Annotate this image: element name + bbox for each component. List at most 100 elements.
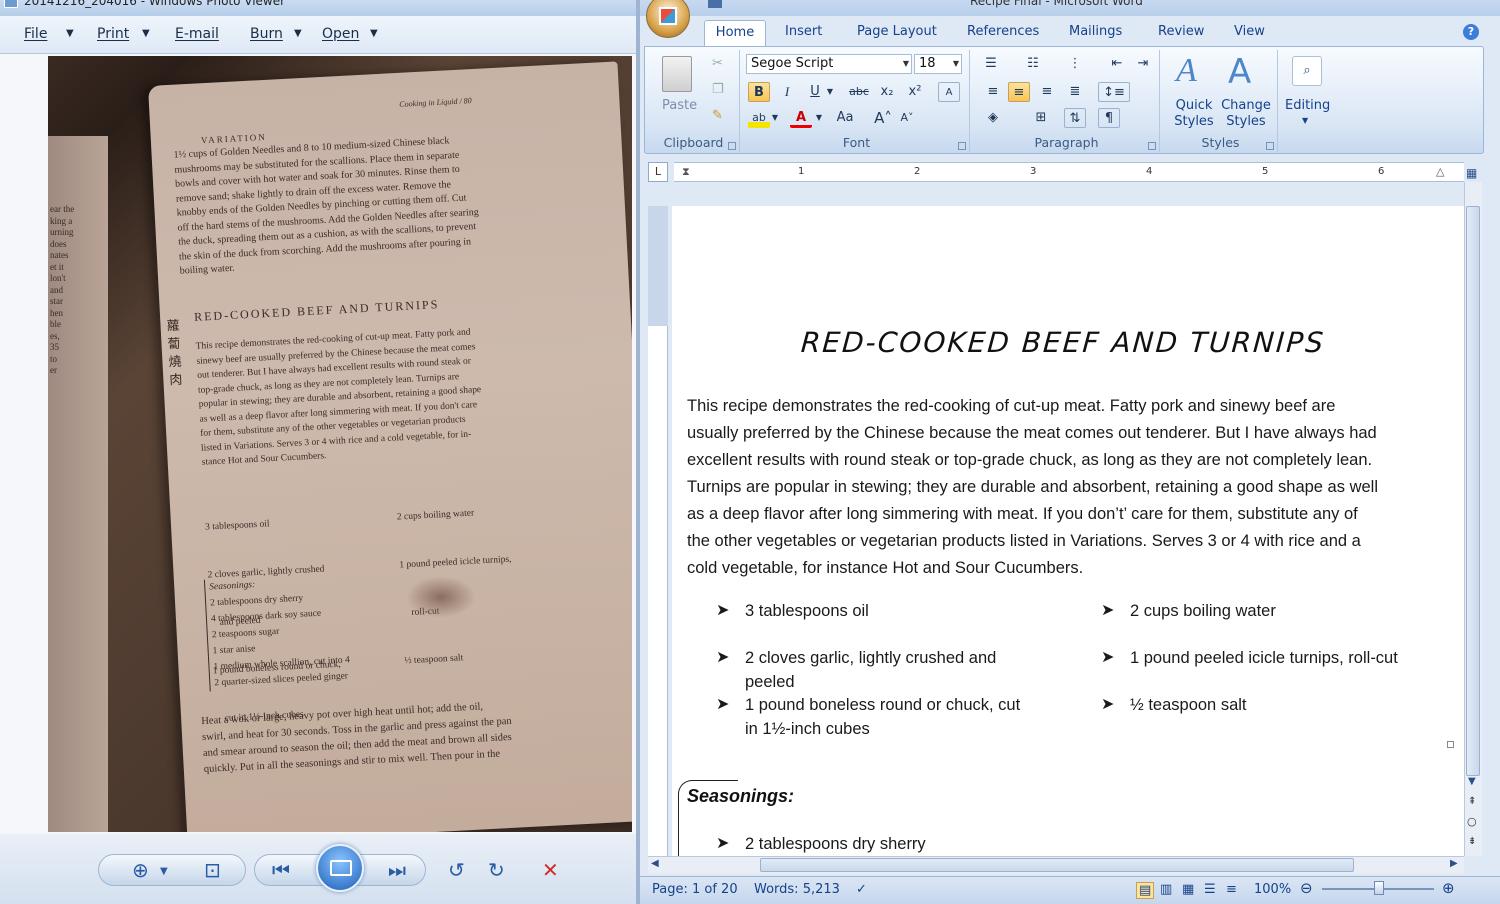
print-dropdown-icon[interactable]: ▼ (142, 28, 150, 39)
zoom-level[interactable]: 100% (1254, 882, 1291, 897)
tab-view[interactable]: View (1234, 24, 1265, 39)
tab-mailings[interactable]: Mailings (1069, 24, 1122, 39)
font-name-combo[interactable]: Segoe Script ▼ (746, 54, 912, 74)
web-layout-icon[interactable]: ▦ (1182, 882, 1194, 897)
scroll-down-icon[interactable]: ▼ (1468, 776, 1476, 787)
horizontal-ruler[interactable]: 1 2 3 4 5 6 ⧗ △ (674, 162, 1464, 182)
tab-review[interactable]: Review (1158, 24, 1204, 39)
scroll-right-icon[interactable]: ▶ (1450, 858, 1458, 869)
zoom-icon[interactable]: ⊕ (132, 858, 149, 882)
tab-references[interactable]: References (967, 24, 1039, 39)
underline-icon[interactable]: U (804, 82, 826, 102)
paragraph-launcher-icon[interactable] (1148, 142, 1156, 150)
full-screen-reading-icon[interactable]: ▥ (1160, 882, 1172, 897)
shrink-font-icon[interactable]: A˅ (896, 108, 918, 128)
show-formatting-icon[interactable]: ¶ (1098, 108, 1120, 128)
bullets-icon[interactable]: ☰ (980, 54, 1002, 74)
line-spacing-icon[interactable]: ↕≡ (1098, 82, 1130, 102)
menu-print[interactable]: Print (97, 26, 129, 42)
sort-icon[interactable]: ⇅ (1064, 108, 1086, 128)
copy-icon[interactable]: ❐ (712, 82, 724, 97)
shading-icon[interactable]: ◈ (982, 108, 1004, 128)
cut-icon[interactable]: ✂ (712, 56, 723, 71)
page-count[interactable]: Page: 1 of 20 (652, 882, 738, 897)
quick-styles-button[interactable]: Quick Styles (1172, 98, 1216, 130)
binoculars-icon[interactable]: ⌕ (1292, 56, 1322, 86)
paste-button[interactable]: Paste (662, 98, 697, 113)
zoom-dropdown-icon[interactable]: ▼ (160, 866, 168, 877)
menu-open[interactable]: Open (322, 26, 359, 42)
justify-icon[interactable]: ≣ (1064, 82, 1086, 102)
delete-icon[interactable]: ✕ (542, 858, 559, 882)
actual-size-icon[interactable]: ⊡ (204, 858, 221, 882)
numbering-icon[interactable]: ☷ (1022, 54, 1044, 74)
photo-viewer-titlebar[interactable]: 20141216_204016 - Windows Photo Viewer (0, 0, 636, 16)
table-resize-handle[interactable] (1447, 741, 1454, 748)
clear-formatting-icon[interactable]: A (938, 82, 960, 102)
font-color-icon[interactable]: A (790, 108, 812, 128)
font-color-dropdown-icon[interactable]: ▼ (814, 108, 824, 128)
horizontal-scroll-thumb[interactable] (760, 858, 1354, 872)
first-line-indent-marker[interactable]: ⧗ (682, 165, 690, 179)
italic-icon[interactable]: I (776, 82, 798, 102)
print-layout-icon[interactable]: ▤ (1136, 882, 1155, 899)
change-case-button[interactable]: Aa (830, 108, 860, 128)
zoom-slider-thumb[interactable] (1374, 881, 1384, 895)
zoom-in-icon[interactable]: ⊕ (1442, 879, 1455, 897)
previous-icon[interactable]: ⏮ (272, 858, 290, 882)
burn-dropdown-icon[interactable]: ▼ (294, 28, 302, 39)
font-name-dropdown-icon[interactable]: ▼ (903, 55, 909, 73)
font-size-combo[interactable]: 18 ▼ (914, 54, 962, 74)
quick-styles-icon[interactable]: A (1176, 52, 1197, 90)
save-icon[interactable] (708, 0, 722, 8)
outline-icon[interactable]: ☰ (1204, 882, 1216, 897)
bold-icon[interactable]: B (748, 82, 770, 102)
superscript-icon[interactable]: x² (904, 82, 926, 102)
proofing-icon[interactable]: ✓ (856, 882, 867, 897)
vertical-scroll-thumb[interactable] (1466, 206, 1480, 776)
draft-icon[interactable]: ≡ (1226, 882, 1237, 897)
clipboard-launcher-icon[interactable] (728, 142, 736, 150)
tab-page-layout[interactable]: Page Layout (857, 24, 937, 39)
editing-dropdown-icon[interactable]: ▼ (1302, 116, 1308, 125)
tab-insert[interactable]: Insert (785, 24, 822, 39)
rotate-counterclockwise-icon[interactable]: ↺ (448, 858, 465, 882)
underline-dropdown-icon[interactable]: ▼ (824, 82, 836, 102)
menu-file[interactable]: File (24, 26, 47, 42)
next-icon[interactable]: ⏭ (388, 858, 406, 882)
tab-home[interactable]: Home (704, 20, 766, 46)
editing-button[interactable]: Editing (1285, 98, 1330, 113)
strikethrough-icon[interactable]: abc (848, 82, 870, 102)
borders-icon[interactable]: ⊞ (1030, 108, 1052, 128)
change-styles-button[interactable]: Change Styles (1220, 98, 1272, 130)
right-indent-marker[interactable]: △ (1436, 165, 1444, 178)
highlight-dropdown-icon[interactable]: ▼ (770, 108, 780, 128)
styles-launcher-icon[interactable] (1266, 142, 1274, 150)
scroll-left-icon[interactable]: ◀ (651, 858, 659, 869)
rotate-clockwise-icon[interactable]: ↻ (488, 858, 505, 882)
tab-stop-selector[interactable]: L (648, 162, 668, 182)
select-browse-object-icon[interactable]: ○ (1467, 815, 1477, 828)
help-icon[interactable]: ? (1463, 24, 1479, 40)
subscript-icon[interactable]: x₂ (876, 82, 898, 102)
multilevel-list-icon[interactable]: ⋮ (1064, 54, 1086, 74)
format-painter-icon[interactable]: ✎ (712, 108, 723, 123)
menu-email[interactable]: E-mail (175, 26, 219, 42)
decrease-indent-icon[interactable]: ⇤ (1106, 54, 1128, 74)
file-dropdown-icon[interactable]: ▼ (66, 28, 74, 39)
open-dropdown-icon[interactable]: ▼ (370, 28, 378, 39)
align-center-icon[interactable]: ≡ (1008, 82, 1030, 102)
highlight-icon[interactable]: ab (748, 108, 770, 128)
slideshow-button[interactable] (316, 844, 364, 892)
align-right-icon[interactable]: ≡ (1036, 82, 1058, 102)
zoom-out-icon[interactable]: ⊖ (1300, 879, 1313, 897)
align-left-icon[interactable]: ≡ (982, 82, 1004, 102)
font-launcher-icon[interactable] (958, 142, 966, 150)
change-styles-icon[interactable]: A (1228, 52, 1251, 92)
word-titlebar[interactable]: Recipe Final - Microsoft Word (640, 0, 1500, 16)
menu-burn[interactable]: Burn (250, 26, 283, 42)
word-count[interactable]: Words: 5,213 (754, 882, 840, 897)
font-size-dropdown-icon[interactable]: ▼ (953, 55, 959, 73)
increase-indent-icon[interactable]: ⇥ (1132, 54, 1154, 74)
next-page-icon[interactable]: ⇟ (1468, 836, 1476, 847)
